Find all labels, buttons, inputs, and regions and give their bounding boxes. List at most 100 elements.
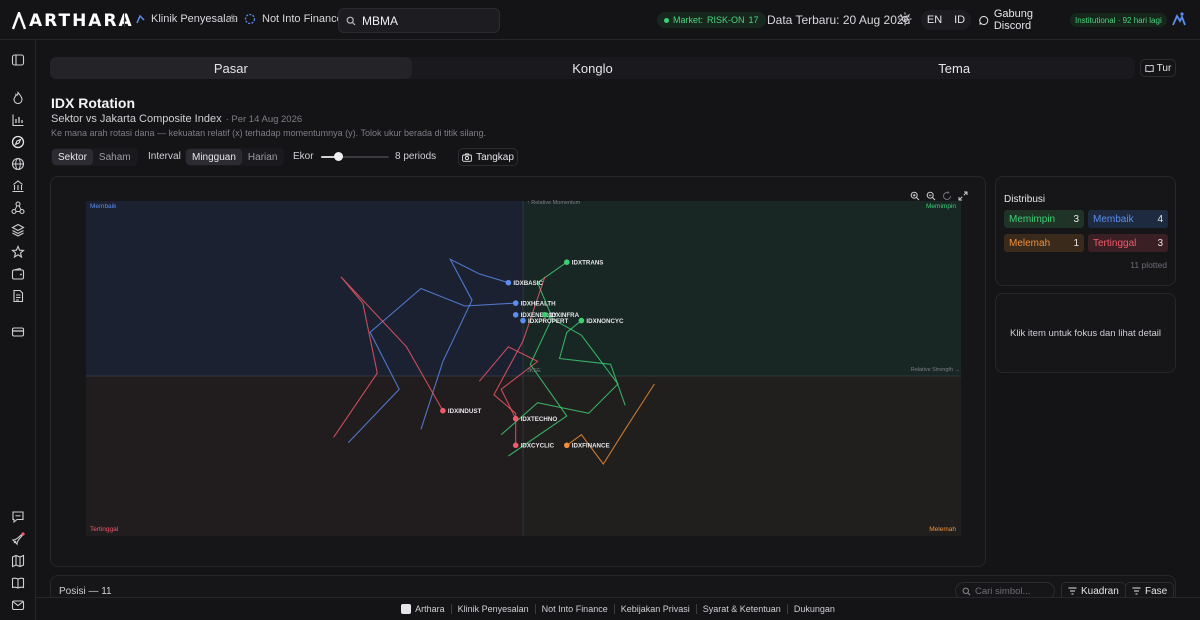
bar-chart-icon[interactable] (11, 113, 25, 127)
wallet-icon[interactable] (11, 267, 25, 281)
chat-bubble-icon (979, 15, 989, 25)
tail-value: 8 periods (395, 151, 437, 162)
detail-card: Klik item untuk fokus dan lihat detail (995, 293, 1176, 373)
status-dot-icon (664, 17, 669, 23)
search-input[interactable] (362, 13, 492, 28)
zoom-tools (908, 189, 969, 202)
mode-toggle: Sektor Saham (51, 148, 138, 166)
dist-lagging-label: Tertinggal (1093, 237, 1137, 249)
compass-icon[interactable] (11, 135, 25, 149)
partner-klinik-link[interactable]: Klinik Penyesalan (136, 13, 238, 25)
filter-icon (1068, 587, 1077, 595)
dist-leading-count: 3 (1073, 213, 1079, 225)
arthara-logo-icon (12, 12, 26, 30)
building-icon[interactable] (11, 179, 25, 193)
interval-mingguan-button[interactable]: Mingguan (186, 149, 242, 165)
dist-improving-pill[interactable]: Membaik 4 (1088, 210, 1168, 228)
book-icon[interactable] (11, 576, 25, 590)
footer-logo-icon (401, 604, 412, 614)
card-icon[interactable] (11, 325, 25, 339)
footer-link-nif[interactable]: Not Into Finance (542, 604, 608, 614)
tab-tema[interactable]: Tema (773, 57, 1135, 79)
divider (450, 604, 452, 614)
globe-icon[interactable] (11, 157, 25, 171)
controls-bar: Sektor Saham Interval Mingguan Harian Ek… (51, 148, 531, 166)
market-label: Market: (673, 15, 704, 25)
layers-icon[interactable] (11, 223, 25, 237)
language-switch: EN ID (921, 10, 971, 30)
tour-button[interactable]: Tur (1140, 59, 1176, 77)
footer-link-klinik[interactable]: Klinik Penyesalan (458, 604, 529, 614)
market-score: 17 (748, 15, 759, 25)
zoom-out-button[interactable] (924, 189, 937, 202)
mode-saham-button[interactable]: Saham (93, 149, 137, 165)
zoom-in-button[interactable] (908, 189, 921, 202)
ampersand: & (229, 13, 237, 25)
nif-logo-icon (244, 13, 256, 25)
reset-zoom-button[interactable] (940, 189, 953, 202)
footer: Arthara Klinik Penyesalan Not Into Finan… (36, 597, 1200, 620)
dist-lagging-pill[interactable]: Tertinggal 3 (1088, 234, 1168, 252)
footer-link-support[interactable]: Dukungan (794, 604, 835, 614)
footer-link-terms[interactable]: Syarat & Ketentuan (703, 604, 781, 614)
star-icon[interactable] (11, 245, 25, 259)
mode-sektor-button[interactable]: Sektor (52, 149, 93, 165)
main-tabs: Pasar Konglo Tema (50, 57, 1135, 79)
tab-konglo[interactable]: Konglo (412, 57, 774, 79)
tail-slider-track[interactable] (321, 156, 389, 158)
partner-klinik-label: Klinik Penyesalan (151, 13, 238, 25)
rocket-icon[interactable] (11, 532, 25, 546)
as-of-date: · Per 14 Aug 2026 (225, 114, 303, 125)
institutional-badge[interactable]: Institutional · 92 hari lagi (1070, 13, 1167, 27)
capture-button[interactable]: Tangkap (458, 148, 518, 166)
distribution-title: Distribusi (1004, 194, 1046, 205)
quadrant-filter-label: Kuadran (1081, 585, 1119, 597)
theme-toggle[interactable] (898, 12, 912, 29)
dist-weakening-pill[interactable]: Melemah 1 (1004, 234, 1084, 252)
mail-icon[interactable] (11, 598, 25, 612)
dist-improving-count: 4 (1157, 213, 1163, 225)
dist-leading-pill[interactable]: Memimpin 3 (1004, 210, 1084, 228)
market-status-badge[interactable]: Market: RISK-ON 17 (657, 12, 766, 28)
interval-label: Interval (148, 151, 181, 162)
user-avatar[interactable] (1171, 11, 1187, 30)
panel-toggle-icon[interactable] (11, 53, 25, 67)
global-search[interactable] (338, 8, 500, 33)
divider (124, 13, 125, 27)
subtitle-text: Sektor vs Jakarta Composite Index (51, 113, 222, 125)
page-description: Ke mana arah rotasi dana — kekuatan rela… (51, 128, 487, 138)
divider (695, 604, 697, 614)
search-icon (346, 16, 356, 25)
lang-id-button[interactable]: ID (954, 14, 965, 26)
divider (613, 604, 615, 614)
tail-slider-thumb[interactable] (334, 152, 343, 161)
divider (786, 604, 788, 614)
map-icon[interactable] (11, 554, 25, 568)
dist-lagging-count: 3 (1157, 237, 1163, 249)
tour-label: Tur (1156, 62, 1172, 74)
distribution-card: Distribusi Memimpin 3 Membaik 4 Melemah 1 T… (995, 176, 1176, 286)
network-icon[interactable] (11, 201, 25, 215)
footer-link-privacy[interactable]: Kebijakan Privasi (621, 604, 690, 614)
top-bar: ARTHARA Klinik Penyesalan & Not Into Fin… (0, 0, 1200, 40)
camera-icon (462, 152, 472, 162)
discord-label: Gabung Discord (993, 8, 1033, 32)
message-icon[interactable] (11, 510, 25, 524)
divider (534, 604, 536, 614)
flame-icon[interactable] (11, 91, 25, 105)
book-open-icon (1145, 64, 1154, 72)
search-icon (962, 587, 971, 595)
fullscreen-button[interactable] (956, 189, 969, 202)
tab-pasar[interactable]: Pasar (50, 57, 412, 79)
discord-button[interactable]: Gabung Discord (975, 8, 1065, 32)
lang-en-button[interactable]: EN (927, 14, 942, 26)
interval-harian-button[interactable]: Harian (242, 149, 283, 165)
arthara-logo[interactable]: ARTHARA (12, 11, 134, 31)
symbol-search-input[interactable] (975, 585, 1053, 597)
dist-improving-label: Membaik (1093, 213, 1134, 225)
page-subtitle: Sektor vs Jakarta Composite Index · Per 1… (51, 113, 302, 125)
plotted-count: 11 plotted (1130, 260, 1167, 270)
footer-link-arthara[interactable]: Arthara (415, 604, 445, 614)
document-icon[interactable] (11, 289, 25, 303)
partner-nif-link[interactable]: Not Into Finance (244, 13, 343, 25)
